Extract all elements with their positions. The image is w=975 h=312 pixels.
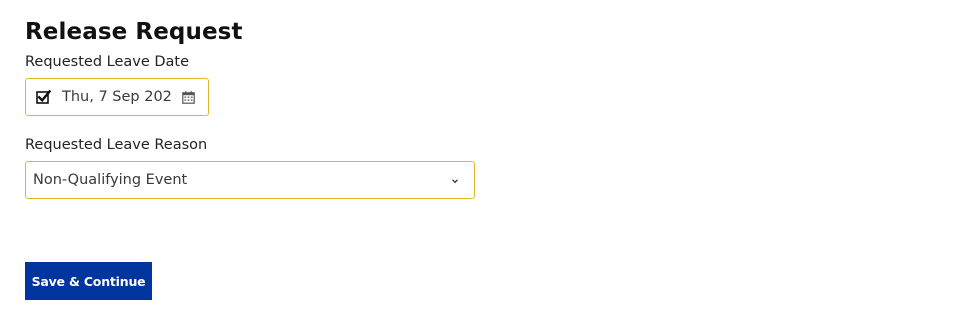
calendar-icon[interactable] xyxy=(182,91,195,104)
save-and-continue-button[interactable]: Save & Continue xyxy=(25,262,152,300)
leave-reason-selected-value[interactable]: Non-Qualifying Event xyxy=(33,172,187,188)
release-request-page: Release Request Requested Leave Date Thu… xyxy=(0,0,975,312)
leave-date-field[interactable]: Thu, 7 Sep 2023 xyxy=(25,78,209,116)
leave-reason-label: Requested Leave Reason xyxy=(25,137,208,153)
leave-date-label: Requested Leave Date xyxy=(25,54,190,70)
page-title: Release Request xyxy=(25,19,243,45)
leave-date-value[interactable]: Thu, 7 Sep 2023 xyxy=(62,89,172,105)
leave-reason-select[interactable]: Non-Qualifying Event xyxy=(25,161,475,199)
checkbox-checked-icon[interactable] xyxy=(36,89,51,105)
chevron-down-icon[interactable] xyxy=(450,176,460,186)
